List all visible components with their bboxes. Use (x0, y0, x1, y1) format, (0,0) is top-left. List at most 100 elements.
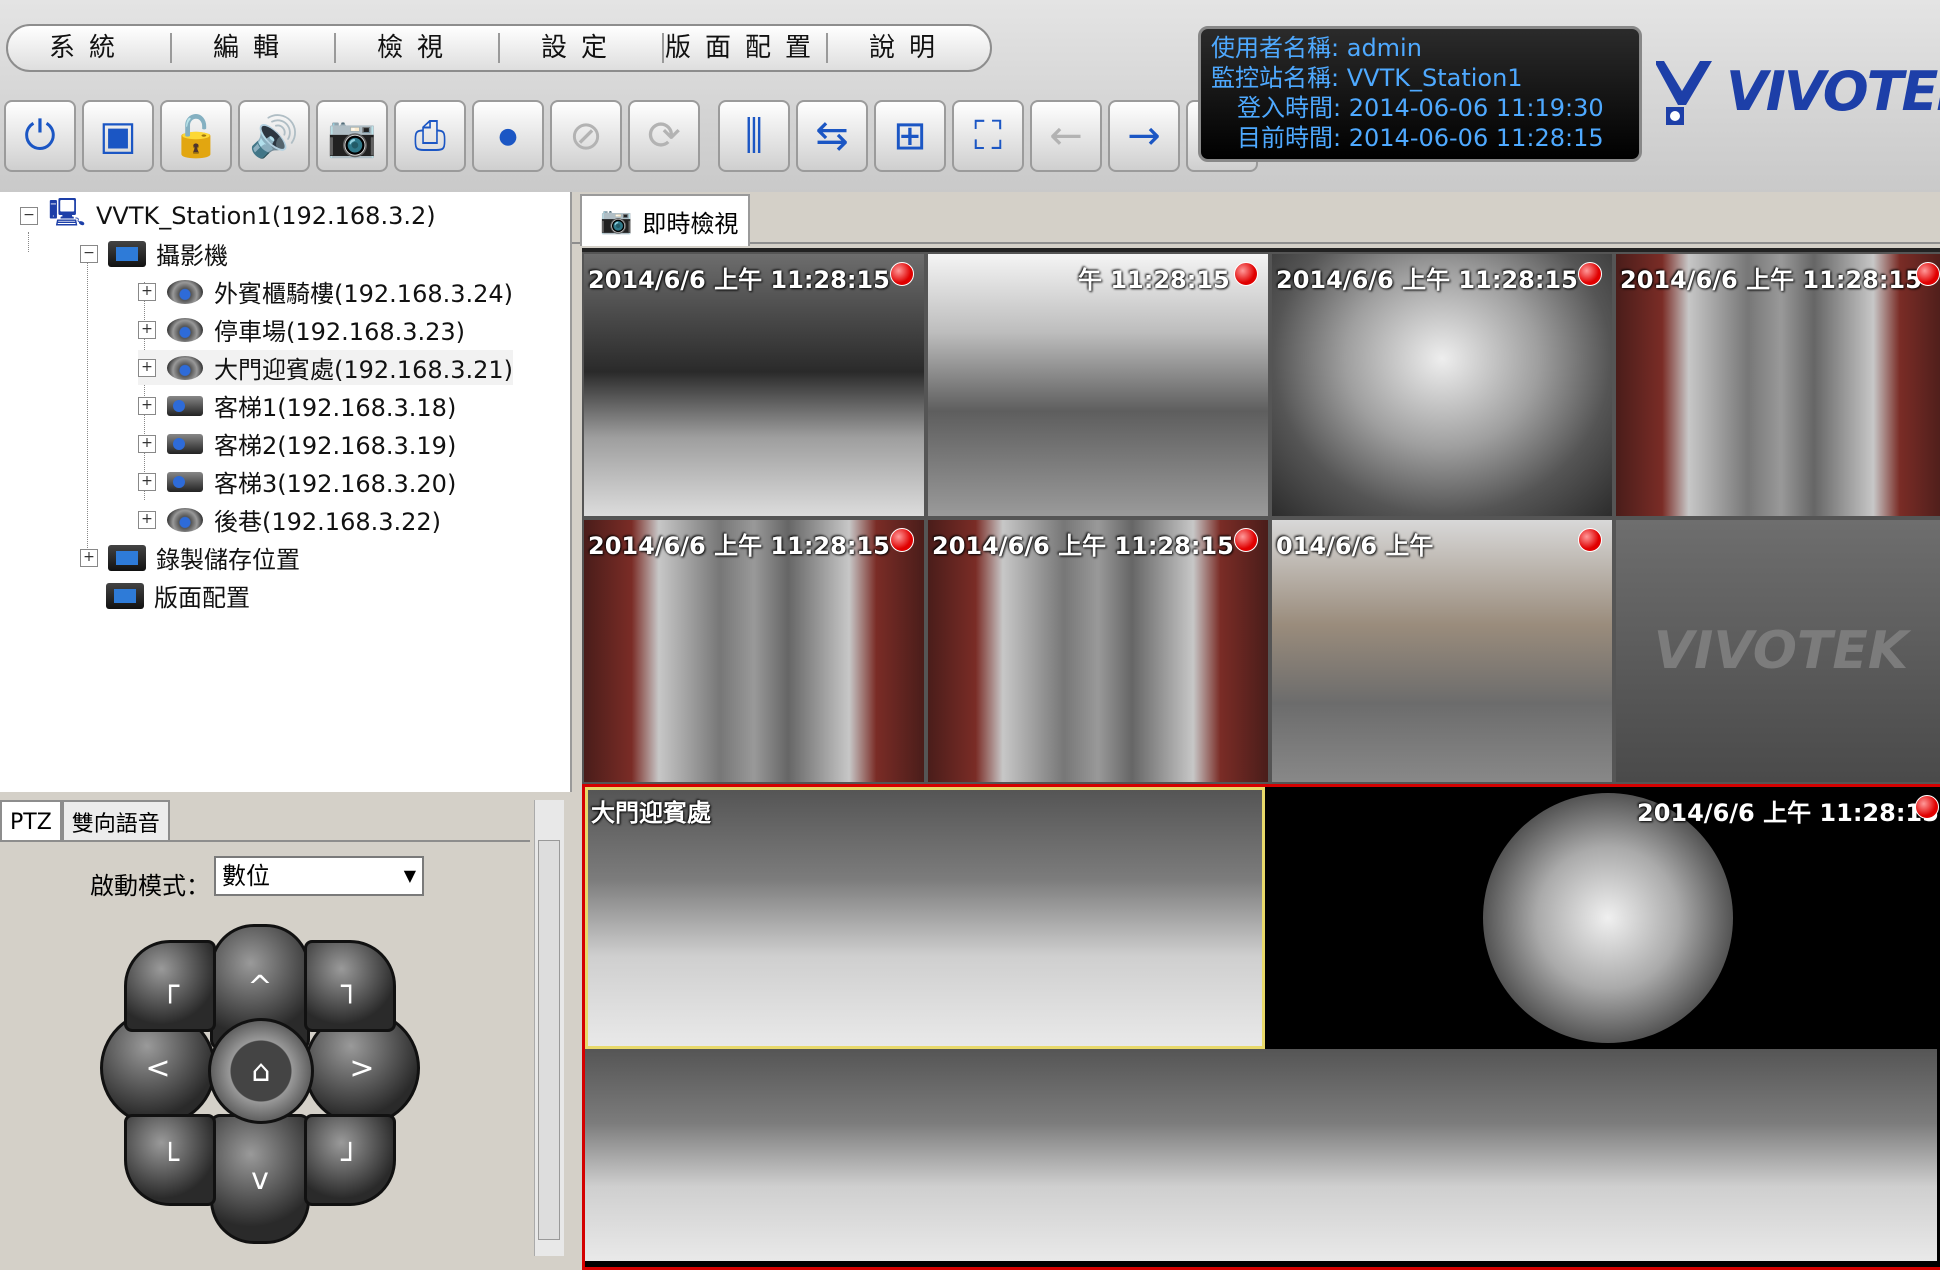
now-value: 2014-06-06 11:28:15 (1348, 124, 1604, 152)
camera-label: 客梯3(192.168.3.20) (214, 470, 457, 498)
sequence-icon[interactable]: ⫼ (718, 100, 790, 172)
chevron-down-icon: ▼ (403, 866, 416, 885)
record-dot-icon[interactable]: ● (472, 100, 544, 172)
tree-camera-item[interactable]: + 外賓櫃騎樓(192.168.3.24) (138, 274, 513, 309)
recording-indicator-icon (1915, 795, 1939, 819)
tilt-down-button[interactable]: v (210, 1114, 310, 1244)
menu-edit[interactable]: 編輯 (172, 33, 336, 63)
home-icon: ⌂ (251, 1053, 271, 1089)
tab-live-view[interactable]: 📷 即時檢視 (580, 194, 750, 246)
ptz-scroll-thumb[interactable] (538, 840, 560, 1240)
tree-layout-folder[interactable]: 版面配置 (106, 578, 250, 613)
menu-help[interactable]: 說明 (828, 33, 990, 63)
expand-icon[interactable]: + (138, 510, 156, 529)
arrow-down-left-icon: └ (160, 1142, 180, 1178)
camera-icon: 📷 (600, 206, 633, 236)
collapse-icon[interactable]: − (80, 244, 98, 263)
up-right-button[interactable]: ┐ (304, 940, 396, 1032)
tree-cameras-folder[interactable]: − 攝影機 (80, 236, 228, 271)
menu-bar: 系統 編輯 檢視 設定 版面配置 說明 (6, 24, 992, 72)
menu-system[interactable]: 系統 (8, 33, 172, 63)
folder-open-icon (108, 240, 146, 268)
video-timestamp: 2014/6/6 上午 11:28:15 (1620, 266, 1922, 294)
tree-camera-item[interactable]: + 停車場(192.168.3.23) (138, 312, 465, 347)
video-cell[interactable]: 2014/6/6 上午 11:28:15 (926, 518, 1270, 784)
tree-root[interactable]: − 🖳 VVTK_Station1(192.168.3.2) (20, 196, 436, 230)
dewarp-view-3[interactable] (1265, 1049, 1937, 1261)
video-cell[interactable]: 午 11:28:15 (926, 252, 1270, 518)
tree-camera-item-selected[interactable]: + 大門迎賓處(192.168.3.21) (138, 350, 514, 385)
expand-icon[interactable]: + (80, 548, 98, 567)
video-cell[interactable]: 014/6/6 上午 (1270, 518, 1614, 784)
menu-settings[interactable]: 設定 (500, 33, 664, 63)
recording-indicator-icon (890, 262, 914, 286)
expand-icon[interactable]: + (138, 434, 156, 453)
menu-view[interactable]: 檢視 (336, 33, 500, 63)
collapse-icon[interactable]: − (20, 207, 38, 225)
expand-icon[interactable]: + (138, 396, 156, 415)
recording-indicator-icon (1234, 262, 1258, 286)
camera-title-overlay: 大門迎賓處 (591, 799, 711, 827)
layout-label: 版面配置 (154, 584, 250, 612)
chevron-down-icon: v (251, 1161, 269, 1197)
home-button[interactable]: ⌂ (208, 1018, 314, 1124)
camera-label: 外賓櫃騎樓(192.168.3.24) (214, 280, 514, 308)
expand-icon[interactable]: + (138, 320, 156, 339)
stop-icon[interactable]: ⊘ (550, 100, 622, 172)
video-cell[interactable]: 2014/6/6 上午 11:28:15 (582, 518, 926, 784)
user-label: 使用者名稱: (1211, 34, 1340, 62)
power-icon[interactable]: ⏻ (4, 100, 76, 172)
mode-select[interactable]: 數位 ▼ (214, 856, 424, 896)
video-cell[interactable]: 2014/6/6 上午 11:28:15 (1270, 252, 1614, 518)
video-cell[interactable]: 2014/6/6 上午 11:28:15 (1614, 252, 1940, 518)
forward-arrow-icon[interactable]: → (1108, 100, 1180, 172)
dewarp-view-2[interactable] (585, 1049, 1265, 1261)
arrow-up-left-icon: ┌ (160, 968, 180, 1004)
expand-icon[interactable]: + (138, 472, 156, 491)
swap-icon[interactable]: ⇆ (796, 100, 868, 172)
arrow-down-right-icon: ┘ (340, 1142, 360, 1178)
toolbar: ⏻ ▣ 🔓 🔊 📷 ⎙ ● ⊘ ⟳ ⫼ ⇆ ⊞ ⛶ ← → ↰ (4, 100, 1258, 172)
dome-camera-icon (166, 316, 204, 344)
recording-indicator-icon (1916, 262, 1940, 286)
selected-video-cell[interactable]: 大門迎賓處 2014/6/6 上午 11:28:15 (582, 784, 1940, 1270)
tree-camera-item[interactable]: + 客梯3(192.168.3.20) (138, 464, 456, 499)
fullscreen-icon[interactable]: ⛶ (952, 100, 1024, 172)
tree-camera-item[interactable]: + 客梯2(192.168.3.19) (138, 426, 456, 461)
video-cell[interactable]: 2014/6/6 上午 11:28:15 (582, 252, 926, 518)
vivotek-logo: VIVOTEK (1654, 46, 1940, 136)
expand-icon[interactable]: + (138, 282, 156, 301)
storage-label: 錄製儲存位置 (156, 546, 300, 574)
up-left-button[interactable]: ┌ (124, 940, 216, 1032)
monitor-icon[interactable]: ▣ (82, 100, 154, 172)
tree-camera-item[interactable]: + 後巷(192.168.3.22) (138, 502, 441, 537)
tree-camera-item[interactable]: + 客梯1(192.168.3.18) (138, 388, 456, 423)
dome-camera-icon (166, 506, 204, 534)
speaker-icon[interactable]: 🔊 (238, 100, 310, 172)
grid-layout-icon[interactable]: ⊞ (874, 100, 946, 172)
fisheye-circle (1483, 793, 1733, 1043)
video-grid: 2014/6/6 上午 11:28:15 午 11:28:15 2014/6/6… (582, 248, 1940, 1270)
empty-video-cell[interactable]: VIVOTEK (1614, 518, 1940, 784)
lock-icon[interactable]: 🔓 (160, 100, 232, 172)
expand-icon[interactable]: + (138, 358, 156, 377)
camera-label: 停車場(192.168.3.23) (214, 318, 466, 346)
now-label: 目前時間: (1237, 124, 1342, 152)
sync-icon[interactable]: ⟳ (628, 100, 700, 172)
video-timestamp: 2014/6/6 上午 11:28:15 (932, 532, 1234, 560)
tab-ptz[interactable]: PTZ (0, 800, 62, 842)
back-arrow-icon[interactable]: ← (1030, 100, 1102, 172)
box-camera-icon (166, 430, 204, 458)
printer-icon[interactable]: ⎙ (394, 100, 466, 172)
login-label: 登入時間: (1237, 94, 1342, 122)
down-left-button[interactable]: └ (124, 1114, 216, 1206)
tab-live-view-label: 即時檢視 (642, 209, 739, 238)
recording-indicator-icon (1234, 528, 1258, 552)
chevron-left-icon: < (145, 1050, 171, 1086)
menu-layout[interactable]: 版面配置 (664, 33, 828, 63)
tab-two-way-audio[interactable]: 雙向語音 (61, 800, 170, 842)
camera-icon[interactable]: 📷 (316, 100, 388, 172)
ptz-tabs: PTZ 雙向語音 (0, 800, 170, 842)
tree-storage-folder[interactable]: + 錄製儲存位置 (80, 540, 300, 575)
down-right-button[interactable]: ┘ (304, 1114, 396, 1206)
